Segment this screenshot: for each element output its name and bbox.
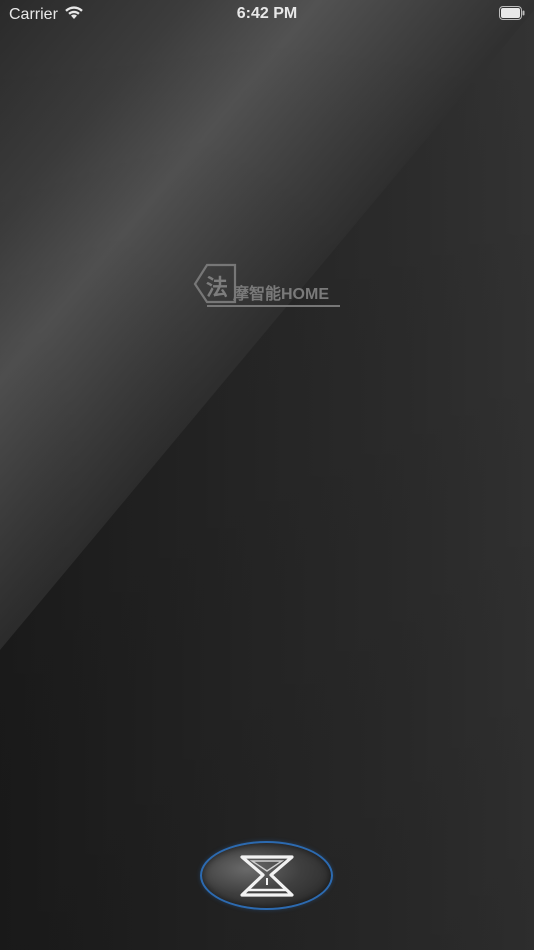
clock-time: 6:42 PM — [236, 5, 298, 22]
status-bar: Carrier 6:42 PM — [0, 0, 534, 28]
hourglass-logo-icon — [240, 855, 294, 897]
brand-logo: 法 摩智能HOME — [193, 262, 343, 310]
background-shade — [0, 0, 534, 950]
logo-text: 摩智能HOME — [233, 286, 330, 303]
home-button[interactable] — [200, 841, 333, 910]
battery-icon — [499, 6, 525, 20]
splash-screen: Carrier 6:42 PM 法 摩智能HOME — [0, 0, 534, 950]
logo-badge-char: 法 — [206, 275, 229, 300]
